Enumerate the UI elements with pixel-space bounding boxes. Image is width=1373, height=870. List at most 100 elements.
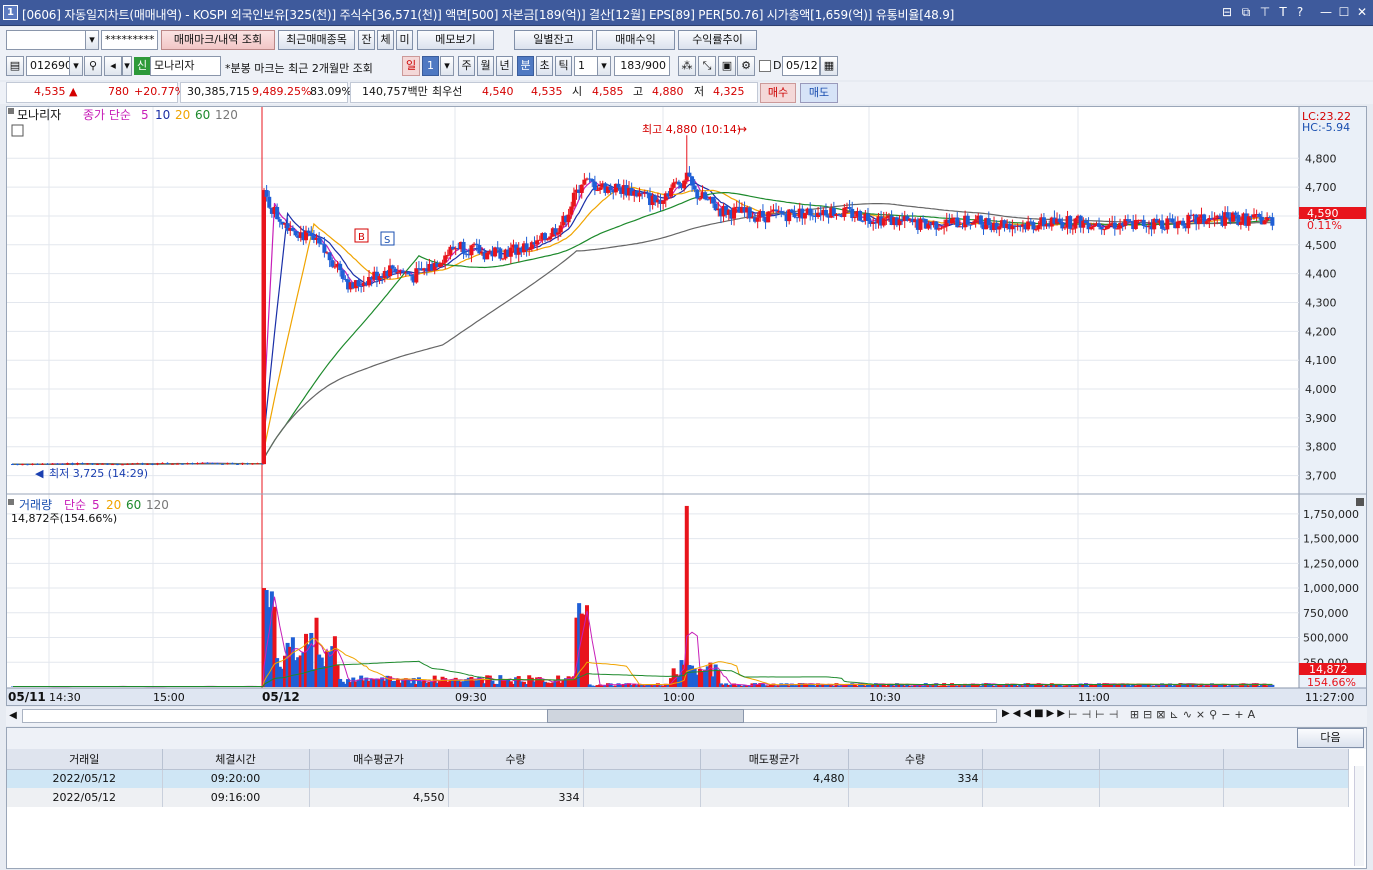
candle — [950, 218, 955, 224]
col-exec-time[interactable]: 체결시간 — [162, 749, 310, 770]
candle — [493, 247, 498, 257]
memo-button[interactable]: 메모보기 — [417, 30, 494, 50]
stock-name-field: 모나리자 — [150, 56, 221, 76]
link-icon[interactable]: ⊟ — [1219, 4, 1235, 20]
calendar-icon[interactable]: ▦ — [820, 56, 838, 76]
col-buy-avg[interactable]: 매수평균가 — [309, 749, 449, 770]
chevron-down-icon[interactable]: ▾ — [85, 30, 99, 50]
chevron-down-icon[interactable]: ▾ — [69, 56, 83, 76]
col-sell-qty[interactable]: 수량 — [848, 749, 983, 770]
search-icon[interactable]: ⚲ — [84, 56, 102, 76]
chevron-down-icon[interactable]: ▾ — [440, 56, 454, 76]
period-year-button[interactable]: 년 — [496, 56, 513, 76]
help-icon[interactable]: ? — [1292, 4, 1308, 20]
chevron-down-icon[interactable]: ▾ — [122, 56, 132, 76]
interval-input[interactable]: 1 — [574, 56, 598, 76]
sell-mark[interactable]: S — [380, 231, 395, 246]
table-row[interactable]: 2022/05/12 09:20:00 4,480 334 — [7, 769, 1349, 788]
forward-icon[interactable]: ▶▶ — [1047, 708, 1068, 719]
chart-type-icon[interactable]: ⁂ — [678, 56, 696, 76]
scroll-track[interactable] — [22, 709, 997, 723]
password-field[interactable]: ********* — [101, 30, 158, 50]
col-sell-avg[interactable]: 매도평균가 — [700, 749, 849, 770]
trend-icon[interactable]: ⊾ — [1169, 708, 1182, 721]
period-day-button[interactable]: 일 — [402, 56, 420, 76]
table-toggle-icon[interactable] — [11, 124, 24, 137]
scroll-thumb[interactable] — [547, 709, 744, 723]
period-week-button[interactable]: 주 — [458, 56, 475, 76]
layout2-icon[interactable]: ⊟ — [1143, 708, 1156, 721]
chevron-down-icon[interactable]: ▾ — [597, 56, 611, 76]
zoom-icon[interactable]: ⚲ — [1209, 708, 1221, 721]
layout-icon[interactable]: ⊞ — [1130, 708, 1143, 721]
draw-tool-icon[interactable]: ⤡ — [698, 56, 716, 76]
last-volume-pct: 154.66% — [1307, 676, 1356, 689]
window-icon[interactable]: 1 — [3, 5, 18, 20]
unfilled-button[interactable]: 미 — [396, 30, 413, 50]
date-label: D — [773, 59, 782, 72]
speaker-icon[interactable]: ◂ — [104, 56, 122, 76]
col-empty-3[interactable] — [1099, 749, 1224, 770]
stop-icon[interactable]: ■ — [1034, 708, 1046, 719]
candle — [842, 207, 847, 217]
price-volume-chart[interactable]: 3,700 3,800 3,900 4,000 4,100 4,200 4,300 4,400… — [7, 107, 1366, 705]
candle — [181, 463, 184, 465]
count-input[interactable]: 183/900 — [614, 56, 670, 76]
vertical-scrollbar[interactable] — [1354, 766, 1364, 866]
rewind-icon[interactable]: ◀◀ — [1013, 708, 1034, 719]
chart-menu-icon[interactable]: ▤ — [6, 56, 24, 76]
col-empty-2[interactable] — [982, 749, 1100, 770]
recent-trades-button[interactable]: 최근매매종목 — [278, 30, 355, 50]
copy-window-icon[interactable]: ⧉ — [1238, 4, 1254, 20]
ruler-icon[interactable]: ⊢⊣⊢⊣ — [1068, 708, 1122, 721]
buy-mark[interactable]: B — [354, 228, 369, 243]
period-second-button[interactable]: 초 — [536, 56, 553, 76]
period-minute-button[interactable]: 분 — [517, 56, 534, 76]
period-tick-button[interactable]: 틱 — [555, 56, 572, 76]
sell-button[interactable]: 매도 — [800, 83, 838, 103]
col-buy-qty[interactable]: 수량 — [448, 749, 584, 770]
col-empty-1[interactable] — [583, 749, 701, 770]
gear-icon[interactable]: ⚙ — [737, 56, 755, 76]
trade-mark-button[interactable]: 매매마크/내역 조회 — [161, 30, 275, 50]
next-button[interactable]: 다음 — [1297, 728, 1364, 748]
balance-button[interactable]: 잔 — [358, 30, 375, 50]
close-panel-icon[interactable] — [1356, 498, 1364, 506]
trade-profit-button[interactable]: 매매수익 — [596, 30, 675, 50]
save-icon[interactable]: ▣ — [718, 56, 736, 76]
col-empty-4[interactable] — [1223, 749, 1349, 770]
return-trend-button[interactable]: 수익률추이 — [678, 30, 757, 50]
font-icon[interactable]: T — [1275, 4, 1291, 20]
period-value[interactable]: 1 — [422, 56, 439, 76]
candle — [1026, 221, 1031, 230]
period-month-button[interactable]: 월 — [477, 56, 494, 76]
zigzag-icon[interactable]: ∿ — [1183, 708, 1196, 721]
maximize-icon[interactable]: ☐ — [1336, 4, 1352, 20]
cross-icon[interactable]: ⨯ — [1196, 708, 1209, 721]
date-checkbox[interactable] — [759, 60, 771, 72]
buy-button[interactable]: 매수 — [760, 83, 796, 103]
col-trade-date[interactable]: 거래일 — [7, 749, 163, 770]
daily-balance-button[interactable]: 일별잔고 — [514, 30, 593, 50]
auto-scale-icon[interactable]: A — [1248, 708, 1260, 721]
minimize-icon[interactable]: — — [1318, 4, 1334, 20]
zoom-in-icon[interactable]: + — [1234, 708, 1247, 721]
executed-button[interactable]: 체 — [377, 30, 394, 50]
play-icon[interactable]: ▶ — [1002, 708, 1013, 719]
date-input[interactable]: 05/12 — [782, 56, 820, 76]
candle — [91, 463, 94, 465]
close-icon[interactable]: ✕ — [1354, 4, 1370, 20]
candle — [21, 464, 24, 466]
stock-code-input[interactable]: 012690 — [26, 56, 70, 76]
zoom-out-icon[interactable]: − — [1221, 708, 1234, 721]
candle — [1034, 229, 1039, 231]
table-row[interactable]: 2022/05/12 09:16:00 4,550 334 — [7, 788, 1349, 807]
layout3-icon[interactable]: ⊠ — [1156, 708, 1169, 721]
pin-icon[interactable]: ⊤ — [1257, 4, 1273, 20]
svg-text:B: B — [358, 232, 365, 243]
cell-sell-avg: 4,480 — [700, 769, 849, 788]
account-input[interactable] — [6, 30, 86, 50]
candle — [101, 463, 104, 465]
chart-area[interactable]: 3,700 3,800 3,900 4,000 4,100 4,200 4,300 4,400… — [6, 106, 1367, 706]
scroll-left-icon[interactable]: ◀ — [6, 708, 20, 724]
